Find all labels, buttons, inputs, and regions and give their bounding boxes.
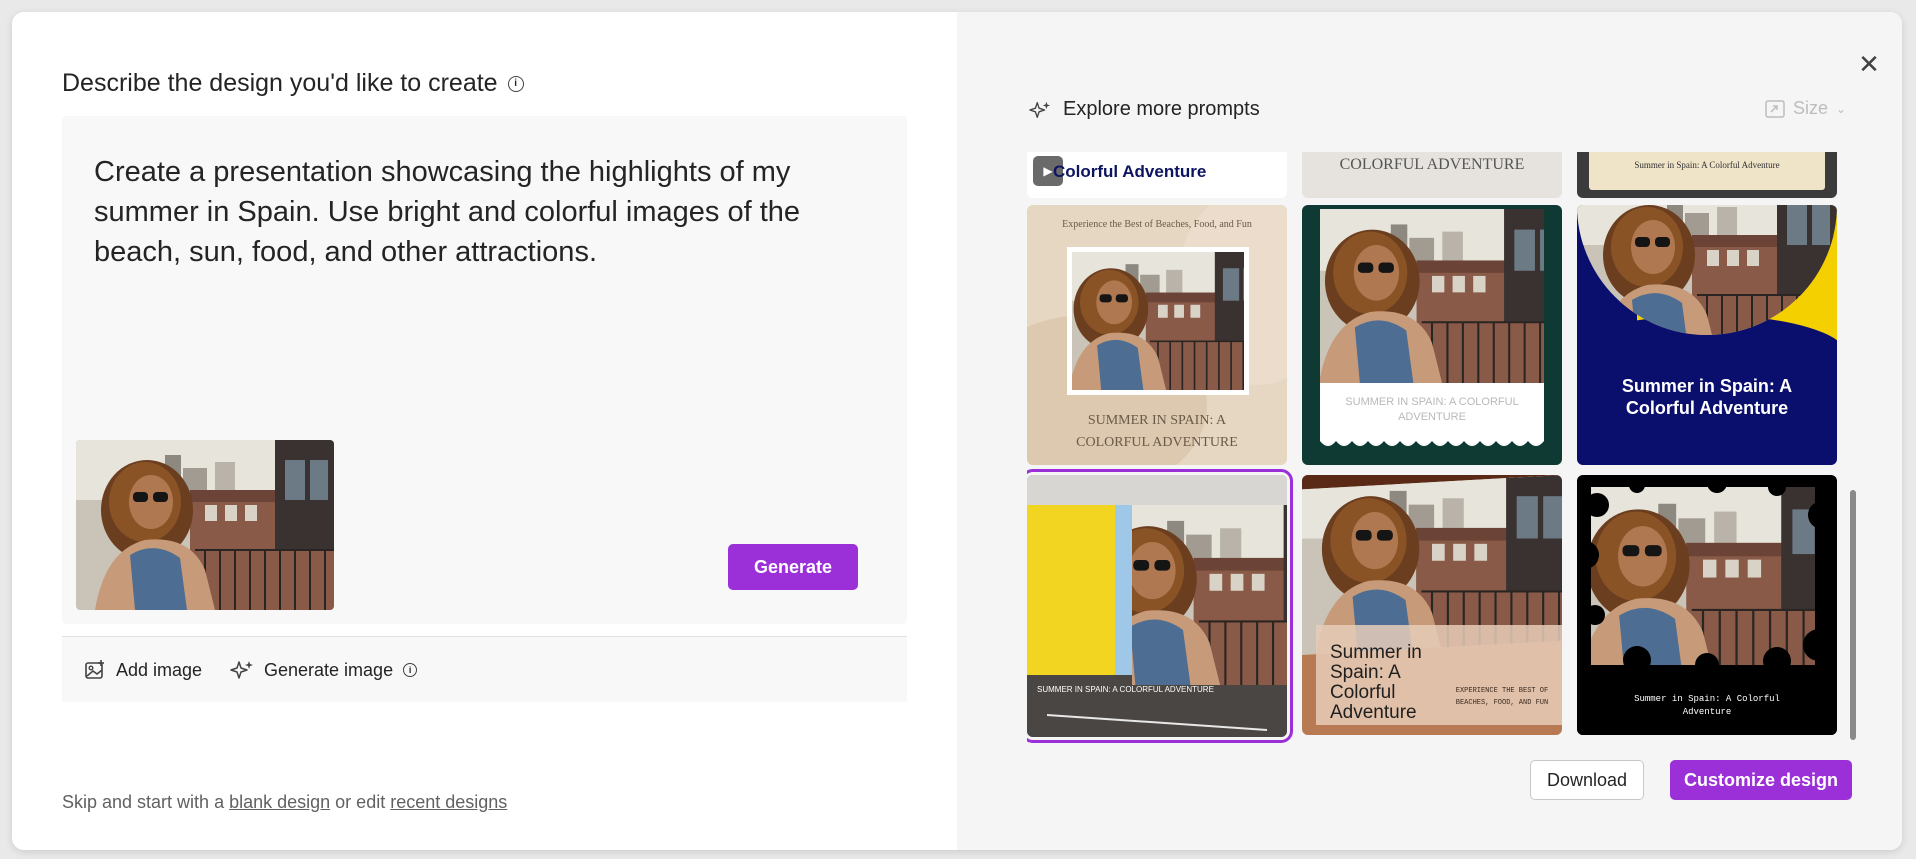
card-title: Colorful Adventure — [1053, 162, 1207, 181]
info-icon[interactable]: i — [507, 75, 524, 92]
resize-icon — [1765, 99, 1785, 118]
add-image-icon — [85, 660, 104, 679]
generate-image-label: Generate image — [264, 659, 394, 680]
design-card-top-2[interactable]: COLORFUL ADVENTURE — [1302, 152, 1562, 198]
chevron-down-icon: ⌄ — [1836, 101, 1847, 116]
paper-strip — [1589, 152, 1825, 190]
generate-button[interactable]: Generate — [728, 544, 858, 590]
design-card-top-1[interactable]: ▶ Colorful Adventure — [1027, 152, 1287, 198]
design-card-3[interactable]: Summer in Spain: A Colorful Adventure — [1577, 205, 1837, 465]
card-title: Summer in Spain: A Colorful Adventure — [1634, 694, 1780, 717]
dialog-title-text: Describe the design you'd like to create — [62, 69, 498, 97]
design-card-4[interactable]: SUMMER IN SPAIN: A COLORFUL ADVENTURE — [1027, 469, 1293, 743]
explore-prompts-button[interactable]: Explore more prompts — [1029, 98, 1260, 121]
right-panel: ✕ Explore more prompts Size ⌄ ▶ Colorful… — [957, 12, 1902, 850]
skip-middle: or edit — [330, 792, 391, 812]
card-title: SUMMER IN SPAIN: A COLORFUL ADVENTURE — [1037, 685, 1214, 694]
card-title: Summer in Spain: A Colorful Adventure — [1330, 642, 1422, 723]
size-label: Size — [1793, 98, 1829, 118]
wave-edge — [1320, 441, 1544, 446]
design-grid: ▶ Colorful Adventure COLORFUL ADVENTURE … — [1027, 152, 1847, 752]
add-image-label: Add image — [116, 659, 203, 680]
scrollbar[interactable] — [1850, 490, 1856, 740]
card-subtitle: EXPERIENCE THE BEST OF BEACHES, FOOD, AN… — [1455, 687, 1549, 707]
skip-prefix: Skip and start with a — [62, 792, 230, 812]
card-subtitle: Experience the Best of Beaches, Food, an… — [1062, 219, 1252, 230]
skip-text: Skip and start with a blank design or ed… — [62, 792, 507, 813]
card-title: Summer in Spain: A Colorful Adventure — [1634, 160, 1780, 170]
design-card-2[interactable]: SUMMER IN SPAIN: A COLORFUL ADVENTURE — [1302, 205, 1562, 465]
add-image-button[interactable]: Add image — [84, 659, 202, 681]
blank-design-link[interactable]: blank design — [229, 792, 330, 812]
left-panel: Describe the design you'd like to create… — [12, 12, 957, 850]
download-button[interactable]: Download — [1530, 760, 1644, 800]
customize-design-button[interactable]: Customize design — [1670, 760, 1852, 800]
close-icon[interactable]: ✕ — [1857, 51, 1881, 77]
card-title: SUMMER IN SPAIN: A COLORFUL ADVENTURE — [1345, 396, 1519, 423]
sparkle-icon — [1029, 101, 1051, 118]
info-icon[interactable]: i — [403, 663, 418, 677]
dialog-title: Describe the design you'd like to create… — [62, 69, 524, 98]
card-photo-frame — [1051, 247, 1265, 395]
card-photo — [1051, 251, 1265, 391]
card-title: SUMMER IN SPAIN: A COLORFUL ADVENTURE — [1076, 413, 1238, 450]
prompt-toolbar: Add image Generate image i — [62, 636, 907, 702]
explore-prompts-label: Explore more prompts — [1063, 98, 1260, 120]
attached-image-thumbnail[interactable] — [76, 440, 334, 610]
prompt-text[interactable]: Create a presentation showcasing the hig… — [94, 152, 854, 272]
design-card-6[interactable]: Summer in Spain: A Colorful Adventure — [1577, 475, 1837, 735]
card-photo-frame — [1302, 207, 1562, 386]
design-card-5[interactable]: Summer in Spain: A Colorful Adventure EX… — [1302, 475, 1562, 735]
generate-image-button[interactable]: Generate image i — [230, 659, 418, 681]
card-photo — [1302, 207, 1562, 386]
sparkle-icon — [230, 661, 253, 679]
card-title: COLORFUL ADVENTURE — [1339, 156, 1525, 173]
card-photo — [1027, 475, 1287, 737]
create-design-dialog: Describe the design you'd like to create… — [12, 12, 1902, 850]
design-card-top-3[interactable]: Summer in Spain: A Colorful Adventure — [1577, 152, 1837, 198]
attached-photo — [76, 440, 334, 610]
size-dropdown[interactable]: Size ⌄ — [1765, 98, 1846, 119]
design-card-1[interactable]: Experience the Best of Beaches, Food, an… — [1027, 205, 1287, 465]
card-title: Summer in Spain: A Colorful Adventure — [1621, 376, 1793, 418]
recent-designs-link[interactable]: recent designs — [390, 792, 507, 812]
